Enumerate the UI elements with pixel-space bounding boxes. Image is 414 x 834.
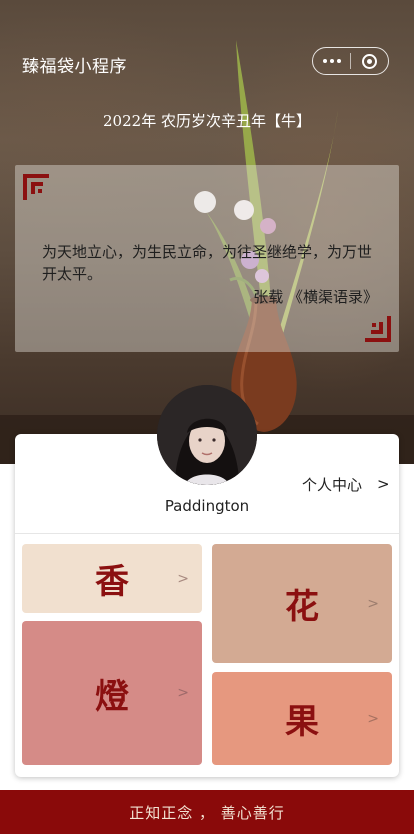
quote-author: 张载 《横渠语录》: [253, 288, 378, 306]
chevron-right-icon: >: [377, 475, 390, 493]
footer-motto: 正知正念 ， 善心善行: [0, 790, 414, 834]
chevron-right-icon: >: [367, 710, 379, 727]
personal-center-label: 个人中心: [302, 475, 363, 494]
corner-ornament-icon: [365, 316, 391, 342]
app-title: 臻福袋小程序: [22, 57, 127, 77]
avatar[interactable]: [157, 385, 257, 485]
quote-box: 为天地立心，为生民立命，为往圣继绝学，为万世开太平。 张载 《横渠语录》: [15, 165, 399, 352]
card-divider: [15, 533, 399, 534]
corner-ornament-icon: [23, 174, 49, 200]
tile-incense[interactable]: 香 >: [22, 544, 202, 613]
chevron-right-icon: >: [177, 685, 189, 701]
lunar-date-line: 2022年 农历岁次辛丑年【牛】: [103, 112, 311, 130]
chevron-right-icon: >: [367, 595, 379, 612]
mini-program-close-icon[interactable]: [351, 48, 388, 74]
more-dots-icon[interactable]: [313, 48, 350, 74]
tile-flower-glyph: 花: [285, 587, 319, 627]
username: Paddington: [164, 497, 250, 515]
tile-lamp[interactable]: 燈 >: [22, 621, 202, 765]
personal-center-link[interactable]: 个人中心 >: [302, 473, 390, 495]
tile-flower[interactable]: 花 >: [212, 544, 392, 663]
chevron-right-icon: >: [177, 570, 189, 587]
avatar-photo: [157, 385, 257, 485]
mini-program-capsule: [312, 47, 389, 75]
quote-text: 为天地立心，为生民立命，为往圣继绝学，为万世开太平。: [42, 243, 373, 283]
tile-fruit[interactable]: 果 >: [212, 672, 392, 765]
tile-fruit-glyph: 果: [285, 702, 319, 742]
tile-lamp-glyph: 燈: [95, 676, 129, 717]
tile-incense-glyph: 香: [95, 562, 129, 602]
